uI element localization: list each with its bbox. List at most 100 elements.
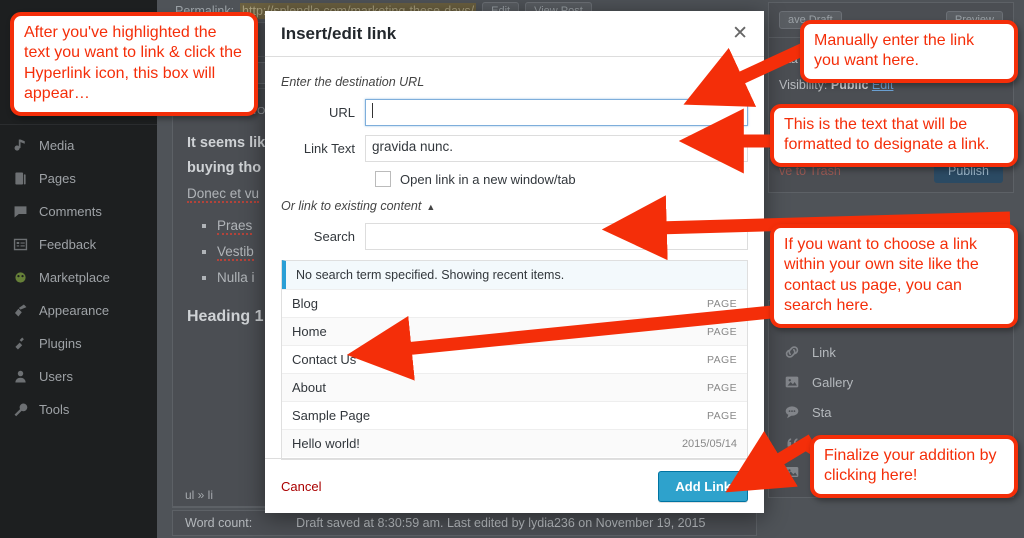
sidebar-item-label: Appearance (39, 303, 110, 318)
format-option-status[interactable]: Sta (769, 397, 1013, 427)
insert-edit-link-dialog: Insert/edit link ✕ Enter the destination… (265, 11, 764, 513)
existing-content-label: Or link to existing content (281, 199, 422, 213)
table-row[interactable]: Sample Page PAGE (282, 401, 747, 429)
comments-icon (12, 203, 29, 220)
gallery-icon (783, 373, 801, 391)
sidebar-item-users[interactable]: Users (0, 360, 157, 393)
link-text-label: Link Text (303, 141, 355, 156)
quote-icon (783, 433, 801, 451)
sidebar-item-label: Media (39, 138, 75, 153)
search-input[interactable] (365, 223, 748, 250)
sidebar-item-media[interactable]: Media (0, 129, 157, 162)
open-in-new-window-label[interactable]: Open link in a new window/tab (400, 172, 576, 187)
sidebar-item-plugins[interactable]: Plugins (0, 327, 157, 360)
result-meta: PAGE (707, 353, 737, 366)
editor-status-bar: Word count: Draft saved at 8:30:59 am. L… (172, 510, 757, 536)
dialog-title: Insert/edit link (281, 23, 397, 43)
table-row[interactable]: About PAGE (282, 373, 747, 401)
result-meta: PAGE (707, 297, 737, 310)
list-item-label: Vestib (217, 244, 254, 262)
format-option-gallery[interactable]: Gallery (769, 367, 1013, 397)
tools-icon (12, 401, 29, 418)
sidebar-item-label: Tools (39, 402, 70, 417)
link-icon (783, 343, 801, 361)
sidebar-item-tools[interactable]: Tools (0, 393, 157, 426)
url-field-row: URL (281, 99, 748, 126)
sidebar-item-label: Users (39, 369, 73, 384)
new-window-row: Open link in a new window/tab (281, 171, 748, 187)
link-text-input[interactable]: gravida nunc. (365, 135, 748, 162)
sidebar-item-label: Plugins (39, 336, 82, 351)
element-path-text: ul » li (185, 488, 214, 502)
sidebar-item-marketplace[interactable]: Marketplace (0, 261, 157, 294)
chevron-up-icon: ▲ (426, 202, 436, 212)
result-meta: 2015/05/14 (681, 437, 737, 450)
result-meta: PAGE (707, 409, 737, 422)
plugins-icon (12, 335, 29, 352)
list-item-label: Nulla i (217, 270, 255, 286)
sidebar-item-comments[interactable]: Comments (0, 195, 157, 228)
feedback-icon (12, 236, 29, 253)
editor-paragraph-text: Donec et vu (187, 185, 260, 203)
marketplace-icon (12, 269, 29, 286)
pages-icon (12, 170, 29, 187)
sidebar-item-label: Marketplace (39, 270, 110, 285)
media-icon (12, 137, 29, 154)
search-label: Search (313, 229, 355, 244)
text-caret (372, 103, 373, 118)
existing-content-toggle[interactable]: Or link to existing content ▲ (281, 199, 748, 213)
link-text-field-row: Link Text gravida nunc. (281, 135, 748, 162)
dialog-header: Insert/edit link ✕ (265, 11, 764, 57)
sidebar-item-feedback[interactable]: Feedback (0, 228, 157, 261)
word-count-label: Word count: (185, 516, 253, 530)
result-title: Blog (292, 296, 319, 311)
dialog-footer: Cancel Add Link (265, 458, 764, 513)
users-icon (12, 368, 29, 385)
callout-submit: Finalize your addition by clicking here! (810, 435, 1018, 498)
cancel-button[interactable]: Cancel (281, 479, 321, 494)
result-meta: PAGE (707, 325, 737, 338)
table-row[interactable]: Contact Us PAGE (282, 345, 747, 373)
status-icon (783, 403, 801, 421)
result-title: Contact Us (292, 352, 357, 367)
open-in-new-window-checkbox[interactable] (375, 171, 391, 187)
add-link-button[interactable]: Add Link (658, 470, 748, 502)
format-option-link[interactable]: Link (769, 337, 1013, 367)
saved-status-text: Draft saved at 8:30:59 am. Last edited b… (296, 516, 706, 530)
list-item-label: Praes (217, 217, 253, 235)
sidebar-item-appearance[interactable]: Appearance (0, 294, 157, 327)
screenshot-root: All Posts Add New Categories Tags Media … (0, 0, 1024, 538)
format-option-label: Gallery (812, 374, 854, 390)
format-option-label: Sta (812, 404, 832, 420)
search-results-list[interactable]: No search term specified. Showing recent… (281, 260, 748, 460)
format-option-label: Link (812, 344, 836, 360)
status-label: Sta (779, 52, 798, 66)
callout-intro: After you've highlighted the text you wa… (10, 12, 258, 116)
url-label: URL (328, 105, 355, 120)
sidebar-item-label: Feedback (39, 237, 97, 252)
sidebar-item-pages[interactable]: Pages (0, 162, 157, 195)
callout-search: If you want to choose a link within your… (770, 224, 1018, 328)
destination-url-legend: Enter the destination URL (281, 75, 425, 89)
url-input[interactable] (365, 99, 748, 126)
dialog-body: Enter the destination URL URL Link Text … (265, 57, 764, 460)
search-field-row: Search (281, 223, 748, 250)
table-row[interactable]: Blog PAGE (282, 289, 747, 317)
result-title: Home (292, 324, 327, 339)
search-results-note: No search term specified. Showing recent… (282, 260, 747, 289)
result-title: About (292, 380, 326, 395)
result-title: Hello world! (292, 436, 360, 451)
image-icon (783, 463, 801, 481)
callout-link-text: This is the text that will be formatted … (770, 104, 1018, 167)
result-meta: PAGE (707, 381, 737, 394)
sidebar-item-label: Pages (39, 171, 76, 186)
callout-url: Manually enter the link you want here. (800, 20, 1018, 83)
sidebar-divider (0, 124, 157, 125)
sidebar-item-label: Comments (39, 204, 102, 219)
table-row[interactable]: Hello world! 2015/05/14 (282, 429, 747, 457)
table-row[interactable]: Home PAGE (282, 317, 747, 345)
appearance-icon (12, 302, 29, 319)
link-text-input-value: gravida nunc. (372, 139, 454, 154)
result-title: Sample Page (292, 408, 371, 423)
close-icon[interactable]: ✕ (732, 24, 748, 43)
